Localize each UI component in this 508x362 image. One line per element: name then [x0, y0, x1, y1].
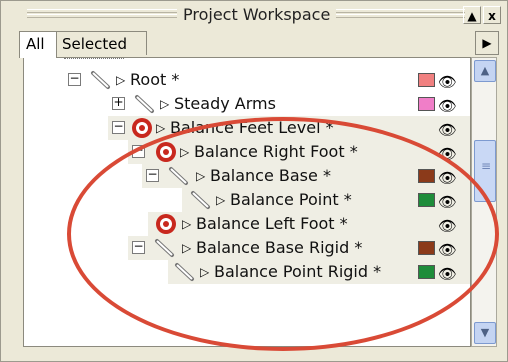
title-grip-right [335, 9, 465, 13]
collapse-icon[interactable]: − [146, 168, 159, 182]
arrow-right-icon: ▷ [116, 73, 126, 87]
collapse-icon[interactable]: − [68, 72, 81, 86]
eye-icon[interactable]: 👁 [438, 118, 457, 142]
tree-row-label: Balance Base * [210, 166, 331, 185]
tree-row-label: Balance Feet Level * [170, 118, 334, 137]
tree-scrollbar[interactable]: ▲ ▼ [471, 57, 497, 347]
color-swatch[interactable] [418, 169, 435, 183]
color-swatch[interactable] [418, 97, 435, 111]
scroll-down-button[interactable]: ▼ [474, 322, 496, 344]
target-icon [132, 118, 152, 138]
expand-icon[interactable]: + [112, 96, 125, 110]
tree-partial-row-top [64, 58, 124, 61]
project-tree[interactable]: − ▷ Root * 👁 + ▷ Steady Arms 👁 − ▷ Balan… [23, 57, 471, 347]
tree-row-steady-arms[interactable]: + ▷ Steady Arms 👁 [24, 92, 470, 116]
title-grip-left-2 [27, 14, 177, 18]
title-bar[interactable]: Project Workspace ▲ x [5, 3, 503, 27]
tab-selected[interactable]: Selected [55, 31, 147, 55]
bone-icon [155, 239, 174, 257]
hidden-eye-icon[interactable]: 👁 [438, 70, 457, 94]
tree-row-label: Balance Left Foot * [196, 214, 348, 233]
bone-icon [191, 191, 210, 209]
bone-icon [169, 167, 188, 185]
eye-icon[interactable]: 👁 [438, 166, 457, 190]
color-swatch[interactable] [418, 265, 435, 279]
bone-icon [91, 71, 110, 89]
tree-row-label: Root * [130, 70, 180, 89]
eye-icon[interactable]: 👁 [438, 238, 457, 262]
arrow-right-icon: ▷ [200, 265, 210, 279]
target-icon [156, 142, 176, 162]
arrow-right-icon: ▷ [180, 145, 190, 159]
tree-row-label: Steady Arms [174, 94, 276, 113]
scroll-thumb[interactable] [474, 140, 496, 202]
eye-icon[interactable]: 👁 [438, 142, 457, 166]
tree-row-balance-base[interactable]: − ▷ Balance Base * 👁 [142, 164, 470, 188]
eye-icon[interactable]: 👁 [438, 214, 457, 238]
arrow-right-icon: ▷ [160, 97, 170, 111]
tab-scroll-right-button[interactable]: ▶ [475, 31, 499, 55]
title-grip-left [27, 9, 177, 13]
bone-icon [135, 95, 154, 113]
tree-row-balance-feet-level[interactable]: − ▷ Balance Feet Level * 👁 [108, 116, 470, 140]
arrow-right-icon: ▷ [156, 121, 166, 135]
color-swatch[interactable] [418, 193, 435, 207]
collapse-icon[interactable]: − [132, 144, 145, 158]
hidden-eye-icon[interactable]: 👁 [438, 94, 457, 118]
project-workspace-window: Project Workspace ▲ x All Selected ▶ − ▷… [0, 0, 508, 362]
pin-button[interactable]: ▲ [463, 6, 481, 24]
color-swatch[interactable] [418, 241, 435, 255]
tree-row-balance-right-foot[interactable]: − ▷ Balance Right Foot * 👁 [128, 140, 470, 164]
window-title: Project Workspace [177, 5, 337, 24]
arrow-right-icon: ▷ [196, 169, 206, 183]
tree-row-balance-point[interactable]: ▷ Balance Point * 👁 [182, 188, 470, 212]
tree-row-root[interactable]: − ▷ Root * 👁 [24, 68, 470, 92]
tab-all[interactable]: All [19, 31, 57, 58]
tree-row-label: Balance Point * [230, 190, 352, 209]
title-grip-right-2 [335, 14, 465, 18]
eye-icon[interactable]: 👁 [438, 190, 457, 214]
eye-icon[interactable]: 👁 [438, 262, 457, 286]
scroll-up-button[interactable]: ▲ [474, 60, 496, 82]
color-swatch[interactable] [418, 73, 435, 87]
tree-row-label: Balance Base Rigid * [196, 238, 363, 257]
collapse-icon[interactable]: − [132, 240, 145, 254]
tree-row-balance-left-foot[interactable]: ▷ Balance Left Foot * 👁 [148, 212, 470, 236]
target-icon [156, 214, 176, 234]
tree-row-balance-base-rigid[interactable]: − ▷ Balance Base Rigid * 👁 [128, 236, 470, 260]
arrow-right-icon: ▷ [182, 241, 192, 255]
tree-row-balance-point-rigid[interactable]: ▷ Balance Point Rigid * 👁 [168, 260, 470, 284]
close-button[interactable]: x [483, 6, 501, 24]
arrow-right-icon: ▷ [182, 217, 192, 231]
bone-icon [175, 263, 194, 281]
tree-row-label: Balance Point Rigid * [214, 262, 382, 281]
collapse-icon[interactable]: − [112, 120, 125, 134]
tree-row-label: Balance Right Foot * [194, 142, 358, 161]
arrow-right-icon: ▷ [216, 193, 226, 207]
